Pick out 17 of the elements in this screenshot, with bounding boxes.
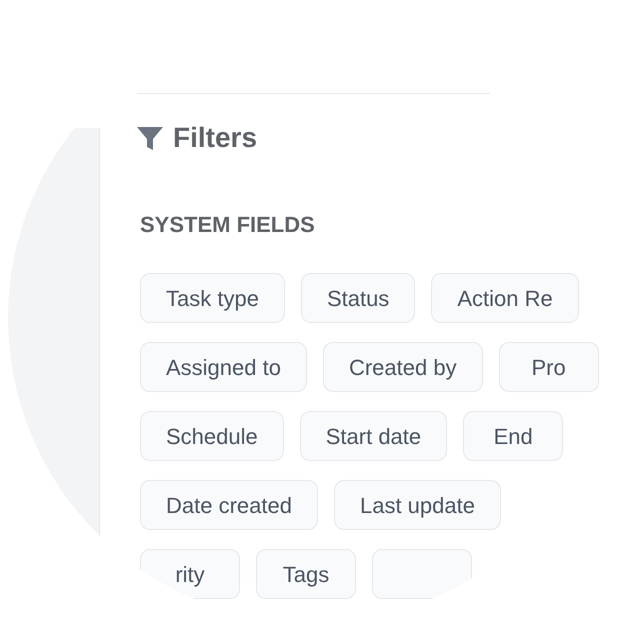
filter-chip[interactable]: Start date	[300, 411, 448, 461]
filter-chip[interactable]: rity	[140, 549, 240, 599]
filter-chip[interactable]: End	[463, 411, 564, 461]
filter-chip[interactable]: Date created	[140, 480, 318, 530]
filter-chip[interactable]: Status	[300, 273, 416, 323]
panel-title: Filters	[173, 121, 258, 155]
filter-chip[interactable]: Last update	[334, 480, 501, 530]
filter-icon	[137, 126, 163, 150]
section-heading: SYSTEM FIELDS	[140, 211, 315, 239]
filter-chip[interactable]: Schedule	[140, 411, 284, 461]
filter-chip[interactable]: Assigned to	[140, 342, 307, 392]
filter-chip[interactable]	[372, 549, 472, 599]
filter-chip[interactable]: Tags	[256, 549, 356, 599]
filter-chip[interactable]: Created by	[322, 342, 483, 392]
filter-chip[interactable]: Task type	[140, 273, 285, 323]
filter-chip[interactable]: Action Re	[431, 273, 579, 323]
filter-chip[interactable]: Pro	[498, 342, 599, 392]
